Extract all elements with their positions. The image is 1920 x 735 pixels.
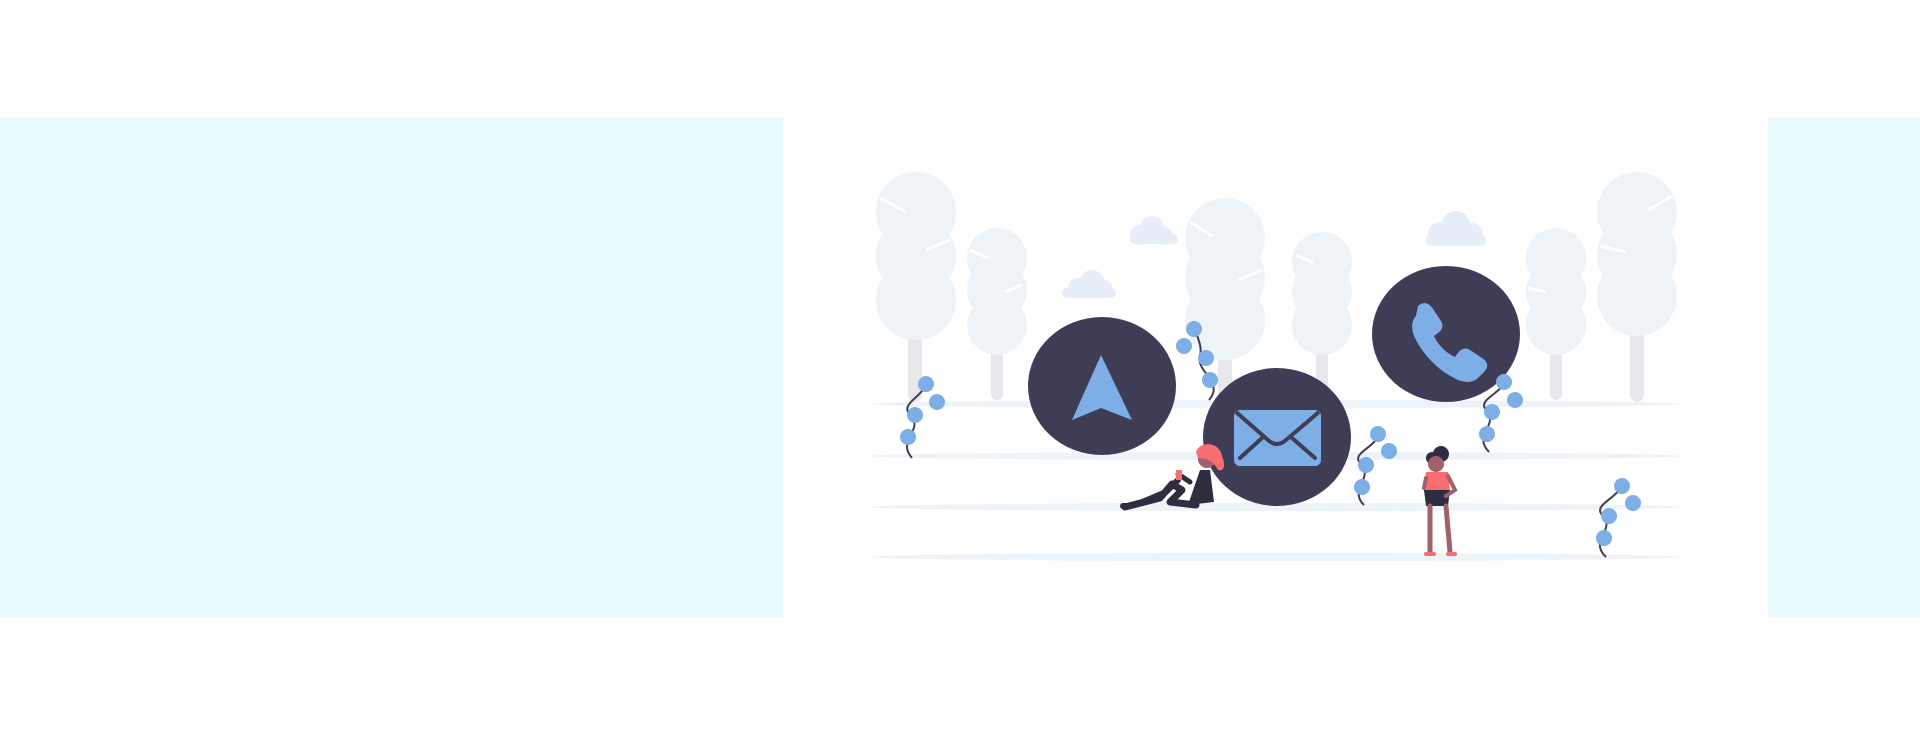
plant [1354, 426, 1397, 506]
contact-illustration [870, 172, 1680, 561]
navigation-button [1028, 317, 1176, 455]
plant [900, 376, 945, 459]
envelope-button [1203, 368, 1351, 506]
tree [1526, 228, 1586, 400]
envelope-icon [1234, 410, 1321, 466]
standing-person [1422, 446, 1458, 556]
tree [967, 228, 1027, 400]
tree [1185, 198, 1265, 400]
cloud [1130, 216, 1178, 245]
cloud [1426, 211, 1486, 246]
tree [876, 172, 956, 402]
cloud [1062, 270, 1116, 298]
tree [1597, 172, 1677, 402]
plant [1596, 478, 1641, 558]
